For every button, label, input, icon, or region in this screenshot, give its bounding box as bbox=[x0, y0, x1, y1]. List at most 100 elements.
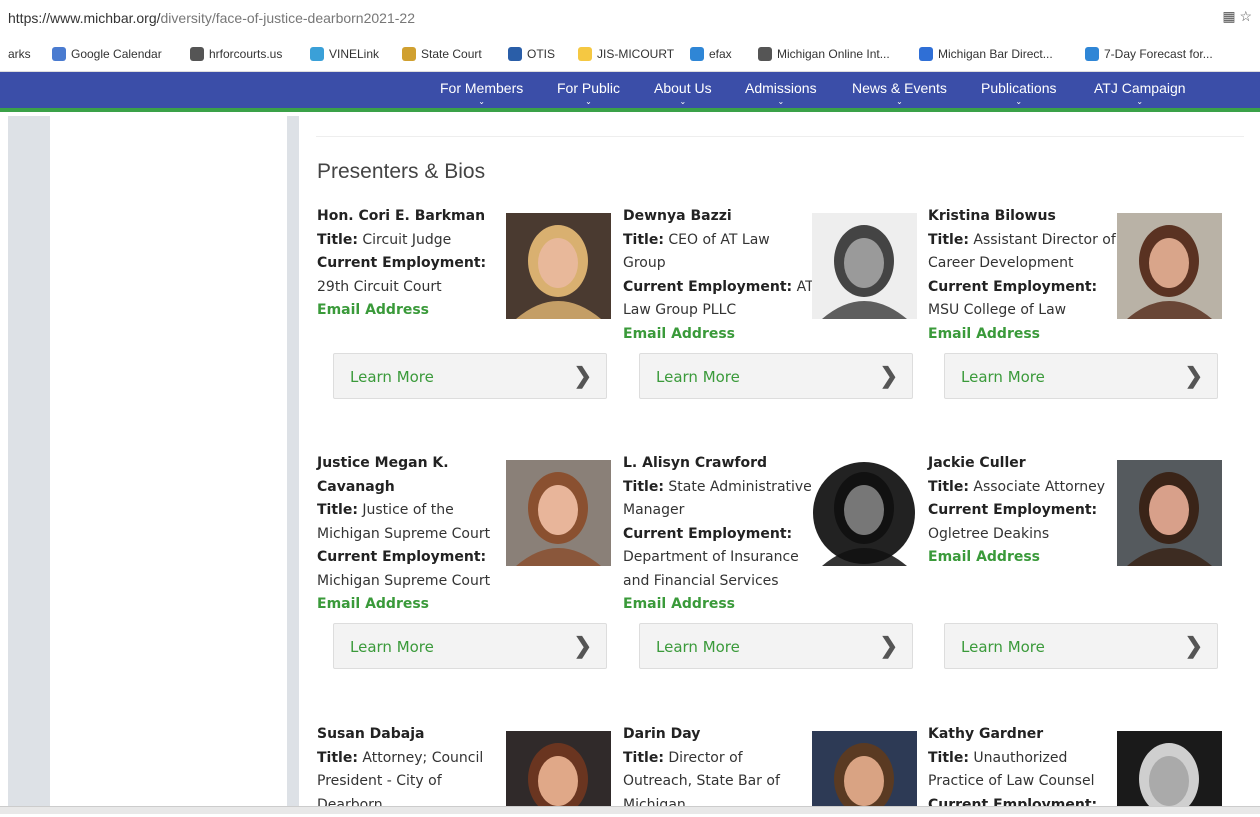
chevron-down-icon: ⌄ bbox=[745, 97, 817, 106]
presenter-name: Jackie Culler bbox=[928, 452, 1120, 476]
bookmark-item[interactable]: State Court bbox=[402, 47, 482, 61]
url-domain: https://www.michbar.org/ bbox=[8, 10, 161, 26]
globe-icon bbox=[190, 47, 204, 61]
bookmark-label: arks bbox=[8, 47, 31, 61]
presenter-employment: Current Employment: AT Law Group PLLC bbox=[623, 276, 815, 323]
title-label: Title: bbox=[317, 750, 358, 766]
presenter-info: Kathy GardnerTitle: Unauthorized Practic… bbox=[928, 723, 1120, 817]
presenter-info: Darin DayTitle: Director of Outreach, St… bbox=[623, 723, 815, 817]
nav-item[interactable]: For Public⌄ bbox=[557, 80, 620, 106]
presenter-photo bbox=[1117, 213, 1222, 319]
learn-more-label: Learn More bbox=[350, 368, 434, 386]
chevron-right-icon: ❯ bbox=[1185, 363, 1203, 389]
presenter-info: Dewnya BazziTitle: CEO of AT Law GroupCu… bbox=[623, 205, 815, 346]
nav-item-label: ATJ Campaign bbox=[1094, 80, 1186, 96]
employment-label: Current Employment: bbox=[928, 502, 1097, 518]
nav-item-label: Publications bbox=[981, 80, 1057, 96]
email-link[interactable]: Email Address bbox=[623, 593, 815, 617]
title-label: Title: bbox=[623, 750, 664, 766]
nav-item[interactable]: About Us⌄ bbox=[654, 80, 712, 106]
left-sidebar bbox=[8, 116, 50, 814]
bookmark-label: Michigan Bar Direct... bbox=[938, 47, 1053, 61]
learn-more-label: Learn More bbox=[961, 638, 1045, 656]
presenter-photo bbox=[506, 460, 611, 566]
bookmark-item[interactable]: Michigan Online Int... bbox=[758, 47, 890, 61]
presenter-info: Susan DabajaTitle: Attorney; Council Pre… bbox=[317, 723, 509, 817]
bookmark-item[interactable]: efax bbox=[690, 47, 732, 61]
bookmark-label: JIS-MICOURT bbox=[597, 47, 674, 61]
presenter-title: Title: Unauthorized Practice of Law Coun… bbox=[928, 747, 1120, 794]
bookmark-item[interactable]: Google Calendar bbox=[52, 47, 162, 61]
calendar-icon bbox=[52, 47, 66, 61]
learn-more-button[interactable]: Learn More ❯ bbox=[944, 623, 1218, 669]
learn-more-button[interactable]: Learn More ❯ bbox=[333, 353, 607, 399]
presenter-name: Hon. Cori E. Barkman bbox=[317, 205, 509, 229]
bookmark-item[interactable]: arks bbox=[8, 47, 31, 61]
presenter-info: Kristina BilowusTitle: Assistant Directo… bbox=[928, 205, 1120, 346]
title-label: Title: bbox=[928, 750, 969, 766]
learn-more-button[interactable]: Learn More ❯ bbox=[639, 623, 913, 669]
presenter-name: Kathy Gardner bbox=[928, 723, 1120, 747]
nav-item[interactable]: Publications⌄ bbox=[981, 80, 1057, 106]
email-link[interactable]: Email Address bbox=[317, 593, 509, 617]
status-bar bbox=[0, 806, 1260, 814]
chevron-down-icon: ⌄ bbox=[852, 97, 947, 106]
bookmark-label: 7-Day Forecast for... bbox=[1104, 47, 1213, 61]
nav-item[interactable]: Admissions⌄ bbox=[745, 80, 817, 106]
presenter-title: Title: Assistant Director of Career Deve… bbox=[928, 229, 1120, 276]
email-link[interactable]: Email Address bbox=[317, 299, 509, 323]
title-label: Title: bbox=[623, 479, 664, 495]
court-icon bbox=[402, 47, 416, 61]
bookmark-label: Michigan Online Int... bbox=[777, 47, 890, 61]
bookmark-item[interactable]: VINELink bbox=[310, 47, 379, 61]
section-divider bbox=[316, 136, 1244, 137]
employment-label: Current Employment: bbox=[317, 549, 486, 565]
presenter-employment: Current Employment: Ogletree Deakins bbox=[928, 499, 1120, 546]
bookmark-item[interactable]: hrforcourts.us bbox=[190, 47, 282, 61]
bookmark-item[interactable]: 7-Day Forecast for... bbox=[1085, 47, 1213, 61]
bookmark-label: efax bbox=[709, 47, 732, 61]
bookmark-item[interactable]: JIS-MICOURT bbox=[578, 47, 674, 61]
url-text[interactable]: https://www.michbar.org/diversity/face-o… bbox=[8, 10, 415, 26]
nav-item-label: About Us bbox=[654, 80, 712, 96]
learn-more-button[interactable]: Learn More❯ bbox=[333, 623, 607, 669]
chevron-right-icon: ❯ bbox=[880, 363, 898, 389]
employment-label: Current Employment: bbox=[317, 255, 486, 271]
chevron-right-icon: ❯ bbox=[574, 363, 592, 389]
chevron-right-icon: ❯ bbox=[1185, 633, 1203, 659]
nav-item[interactable]: ATJ Campaign⌄ bbox=[1094, 80, 1186, 106]
learn-more-label: Learn More bbox=[656, 638, 740, 656]
bookmark-item[interactable]: OTIS bbox=[508, 47, 555, 61]
nav-item[interactable]: For Members⌄ bbox=[440, 80, 523, 106]
nav-item-label: For Public bbox=[557, 80, 620, 96]
chevron-right-icon: ❯ bbox=[574, 633, 592, 659]
qr-icon[interactable]: ▦ ☆ bbox=[1222, 8, 1252, 25]
nav-item-label: Admissions bbox=[745, 80, 817, 96]
presenter-name: Justice Megan K. Cavanagh bbox=[317, 452, 509, 499]
chevron-down-icon: ⌄ bbox=[440, 97, 523, 106]
zbi-icon bbox=[919, 47, 933, 61]
chevron-down-icon: ⌄ bbox=[557, 97, 620, 106]
presenter-name: Susan Dabaja bbox=[317, 723, 509, 747]
title-label: Title: bbox=[928, 479, 969, 495]
email-link[interactable]: Email Address bbox=[623, 323, 815, 347]
presenter-photo bbox=[812, 460, 917, 566]
presenter-employment: Current Employment: Department of Insura… bbox=[623, 523, 815, 594]
globe-icon bbox=[758, 47, 772, 61]
bookmark-label: OTIS bbox=[527, 47, 555, 61]
nav-item-label: News & Events bbox=[852, 80, 947, 96]
learn-more-button[interactable]: Learn More❯ bbox=[944, 353, 1218, 399]
address-bar[interactable]: https://www.michbar.org/diversity/face-o… bbox=[0, 0, 1260, 38]
chevron-down-icon: ⌄ bbox=[1094, 97, 1186, 106]
nav-item[interactable]: News & Events⌄ bbox=[852, 80, 947, 106]
chevron-right-icon: ❯ bbox=[880, 633, 898, 659]
bookmark-item[interactable]: Michigan Bar Direct... bbox=[919, 47, 1053, 61]
efax-icon bbox=[690, 47, 704, 61]
email-link[interactable]: Email Address bbox=[928, 546, 1120, 570]
bookmark-label: hrforcourts.us bbox=[209, 47, 282, 61]
otis-icon bbox=[508, 47, 522, 61]
learn-more-button[interactable]: Learn More❯ bbox=[639, 353, 913, 399]
page-heading: Presenters & Bios bbox=[317, 160, 485, 184]
presenter-info: Justice Megan K. CavanaghTitle: Justice … bbox=[317, 452, 509, 617]
email-link[interactable]: Email Address bbox=[928, 323, 1120, 347]
